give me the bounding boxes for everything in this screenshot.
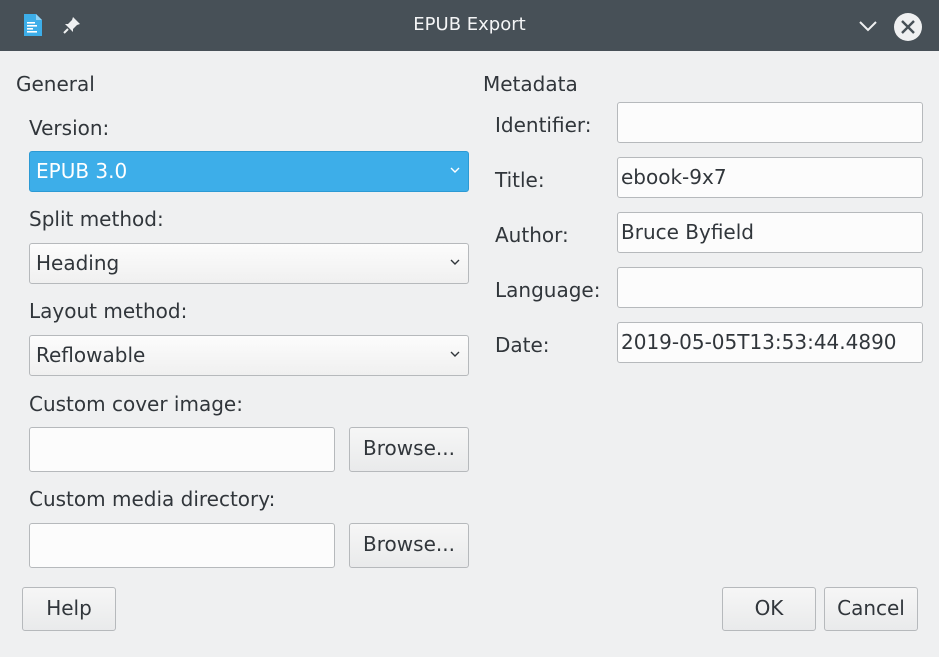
cover-image-field[interactable] — [29, 427, 335, 472]
chevron-down-icon — [450, 351, 460, 357]
author-field[interactable]: Bruce Byfield — [617, 212, 923, 253]
split-method-value: Heading — [36, 251, 120, 275]
media-directory-field[interactable] — [29, 523, 335, 568]
identifier-field[interactable] — [617, 102, 923, 143]
version-value: EPUB 3.0 — [36, 159, 128, 183]
split-method-label: Split method: — [29, 207, 164, 231]
layout-method-value: Reflowable — [36, 343, 146, 367]
layout-method-select[interactable]: Reflowable — [29, 335, 469, 376]
title-bar[interactable]: EPUB Export — [0, 0, 939, 51]
title-value: ebook-9x7 — [621, 165, 727, 189]
media-browse-label: Browse... — [363, 532, 455, 556]
help-label: Help — [46, 596, 92, 620]
epub-export-dialog: EPUB Export General Version: EPUB 3.0 Sp… — [0, 0, 939, 657]
language-field[interactable] — [617, 267, 923, 308]
help-button[interactable]: Help — [22, 587, 116, 631]
cover-browse-label: Browse... — [363, 436, 455, 460]
title-field[interactable]: ebook-9x7 — [617, 157, 923, 198]
window-title: EPUB Export — [413, 14, 526, 35]
date-field[interactable]: 2019-05-05T13:53:44.4890 — [617, 322, 923, 363]
title-label: Title: — [495, 168, 545, 192]
cancel-button[interactable]: Cancel — [824, 587, 918, 631]
cover-image-label: Custom cover image: — [29, 392, 243, 416]
author-value: Bruce Byfield — [621, 220, 754, 244]
media-browse-button[interactable]: Browse... — [349, 523, 469, 568]
author-label: Author: — [495, 223, 569, 247]
metadata-heading: Metadata — [483, 72, 578, 96]
split-method-select[interactable]: Heading — [29, 243, 469, 284]
cancel-label: Cancel — [837, 596, 905, 620]
close-icon[interactable] — [893, 12, 923, 42]
general-heading: General — [16, 72, 95, 96]
language-label: Language: — [495, 278, 601, 302]
chevron-down-icon — [450, 259, 460, 265]
chevron-down-icon[interactable] — [857, 16, 879, 36]
chevron-down-icon — [450, 167, 460, 173]
ok-button[interactable]: OK — [722, 587, 816, 631]
date-value: 2019-05-05T13:53:44.4890 — [621, 330, 897, 354]
version-label: Version: — [29, 116, 110, 140]
date-label: Date: — [495, 333, 550, 357]
media-directory-label: Custom media directory: — [29, 487, 276, 511]
version-select[interactable]: EPUB 3.0 — [29, 151, 469, 192]
ok-label: OK — [754, 596, 784, 620]
cover-browse-button[interactable]: Browse... — [349, 427, 469, 472]
layout-method-label: Layout method: — [29, 299, 188, 323]
identifier-label: Identifier: — [495, 113, 592, 137]
